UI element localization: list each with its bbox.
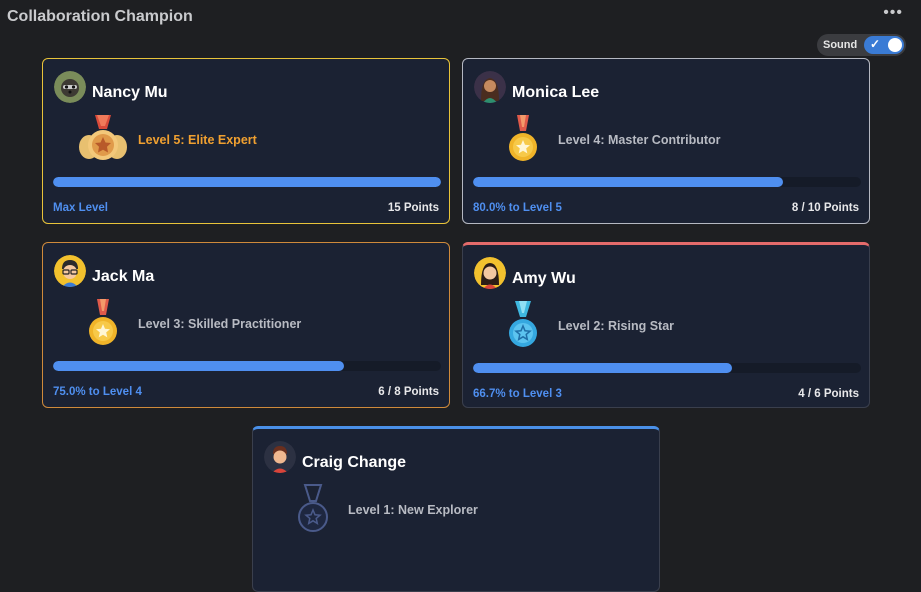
points-text: 4 / 6 Points [798, 388, 859, 400]
toggle-knob [888, 38, 902, 52]
progress-text: 66.7% to Level 3 [473, 388, 562, 400]
dark-medal-icon [287, 483, 339, 542]
sound-toggle[interactable]: ✓ [864, 36, 904, 54]
user-name: Nancy Mu [92, 84, 168, 101]
user-card-jack-ma[interactable]: Jack Ma Level 3: Skilled Practitioner 75… [42, 242, 450, 408]
level-title: Level 1: New Explorer [348, 503, 478, 517]
more-options-icon[interactable]: ••• [883, 4, 903, 22]
level-title: Level 3: Skilled Practitioner [138, 317, 302, 331]
progress-fill [53, 177, 441, 187]
points-text: 8 / 10 Points [791, 202, 859, 214]
avatar [264, 441, 296, 473]
progress-text: 80.0% to Level 5 [473, 202, 562, 214]
check-icon: ✓ [870, 37, 881, 51]
user-card-monica-lee[interactable]: Monica Lee Level 4: Master Contributor 8… [462, 58, 870, 224]
user-card-amy-wu[interactable]: Amy Wu Level 2: Rising Star 66.7% to Lev… [462, 242, 870, 408]
progress-track [473, 363, 861, 373]
progress-fill [473, 177, 784, 187]
user-name: Craig Change [302, 454, 407, 471]
progress-text: 75.0% to Level 4 [53, 386, 142, 398]
elite-medal-icon [77, 113, 129, 172]
blue-medal-icon [497, 299, 549, 358]
points-text: 15 Points [387, 202, 439, 214]
points-text: 6 / 8 Points [378, 386, 439, 398]
user-card-craig-change[interactable]: Craig Change Level 1: New Explorer [252, 426, 660, 592]
user-name: Jack Ma [92, 268, 155, 285]
user-name: Monica Lee [512, 84, 600, 101]
level-title: Level 5: Elite Expert [138, 133, 257, 147]
avatar [54, 71, 86, 103]
progress-track [473, 177, 861, 187]
progress-track [53, 177, 441, 187]
app-title: Collaboration Champion [7, 8, 193, 25]
progress-fill [473, 363, 732, 373]
progress-text: Max Level [53, 202, 108, 214]
sound-label: Sound [823, 39, 858, 51]
progress-fill [53, 361, 344, 371]
avatar [474, 71, 506, 103]
progress-track [53, 361, 441, 371]
level-title: Level 4: Master Contributor [558, 133, 721, 147]
gold-medal-icon [77, 297, 129, 356]
sound-toggle-container: Sound ✓ [817, 34, 906, 56]
user-card-nancy-mu[interactable]: Nancy Mu Level 5: Elite Expert Max Level… [42, 58, 450, 224]
avatar [474, 257, 506, 289]
avatar [54, 255, 86, 287]
level-title: Level 2: Rising Star [558, 319, 675, 333]
gold-medal-icon [497, 113, 549, 172]
user-name: Amy Wu [512, 270, 576, 287]
